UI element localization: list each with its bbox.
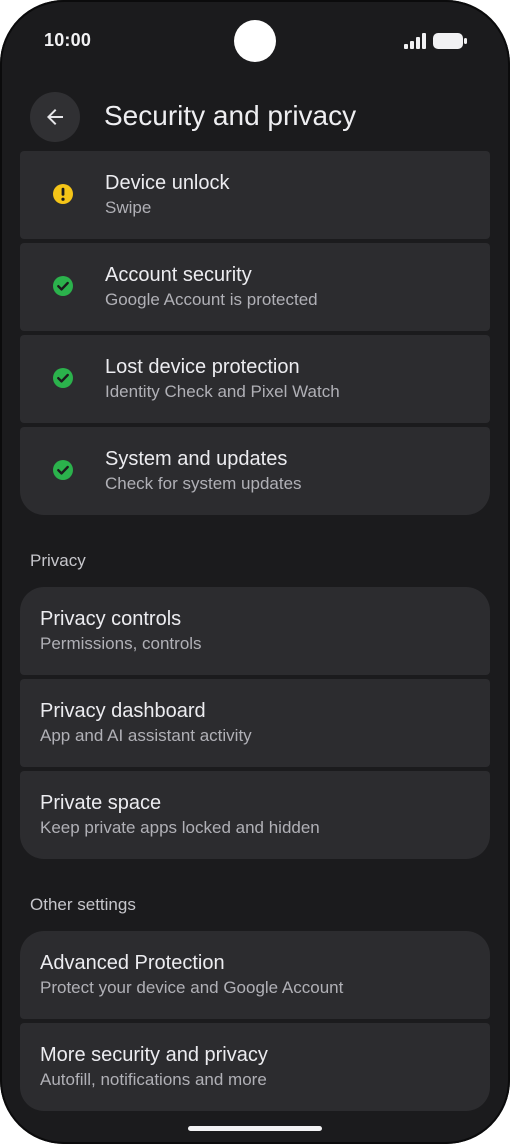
privacy-section-label: Privacy bbox=[30, 551, 86, 570]
item-subtitle: Autofill, notifications and more bbox=[40, 1070, 267, 1089]
item-title: Privacy controls bbox=[40, 608, 182, 630]
account-security-item[interactable]: Account security Google Account is prote… bbox=[20, 243, 490, 331]
status-time: 10:00 bbox=[44, 30, 92, 50]
item-subtitle: Check for system updates bbox=[105, 474, 302, 493]
battery-icon bbox=[433, 33, 467, 49]
item-subtitle: Keep private apps locked and hidden bbox=[40, 818, 320, 837]
privacy-dashboard-item[interactable]: Privacy dashboard App and AI assistant a… bbox=[20, 679, 490, 767]
home-indicator[interactable] bbox=[188, 1126, 322, 1131]
item-title: Advanced Protection bbox=[40, 952, 225, 974]
back-button[interactable] bbox=[30, 92, 80, 142]
front-camera bbox=[234, 20, 276, 62]
signal-icon bbox=[404, 33, 426, 49]
phone-screen: 10:00 Security and privacy Device unlock… bbox=[0, 0, 510, 1144]
page-title: Security and privacy bbox=[104, 100, 357, 131]
check-circle-icon bbox=[53, 368, 73, 388]
item-subtitle: Permissions, controls bbox=[40, 634, 202, 653]
item-subtitle: Swipe bbox=[105, 198, 152, 217]
item-title: Lost device protection bbox=[105, 356, 300, 378]
item-subtitle: Protect your device and Google Account bbox=[40, 978, 344, 997]
lost-device-protection-item[interactable]: Lost device protection Identity Check an… bbox=[20, 335, 490, 423]
item-title: Private space bbox=[40, 792, 162, 814]
item-subtitle: Google Account is protected bbox=[105, 290, 318, 309]
item-title: More security and privacy bbox=[40, 1044, 268, 1066]
warning-icon bbox=[53, 184, 73, 204]
item-subtitle: App and AI assistant activity bbox=[40, 726, 252, 745]
status-bar: 10:00 bbox=[0, 0, 510, 80]
item-title: Device unlock bbox=[105, 172, 230, 194]
item-title: System and updates bbox=[105, 448, 288, 470]
item-title: Account security bbox=[105, 264, 252, 286]
other-settings-section-label: Other settings bbox=[30, 895, 136, 914]
more-security-privacy-item[interactable]: More security and privacy Autofill, noti… bbox=[20, 1023, 490, 1111]
check-circle-icon bbox=[53, 460, 73, 480]
private-space-item[interactable]: Private space Keep private apps locked a… bbox=[20, 771, 490, 859]
arrow-back-icon bbox=[47, 109, 63, 125]
check-circle-icon bbox=[53, 276, 73, 296]
privacy-controls-item[interactable]: Privacy controls Permissions, controls bbox=[20, 587, 490, 675]
system-updates-item[interactable]: System and updates Check for system upda… bbox=[20, 427, 490, 515]
item-subtitle: Identity Check and Pixel Watch bbox=[105, 382, 340, 401]
device-unlock-item[interactable]: Device unlock Swipe bbox=[20, 151, 490, 239]
advanced-protection-item[interactable]: Advanced Protection Protect your device … bbox=[20, 931, 490, 1019]
item-title: Privacy dashboard bbox=[40, 700, 206, 722]
